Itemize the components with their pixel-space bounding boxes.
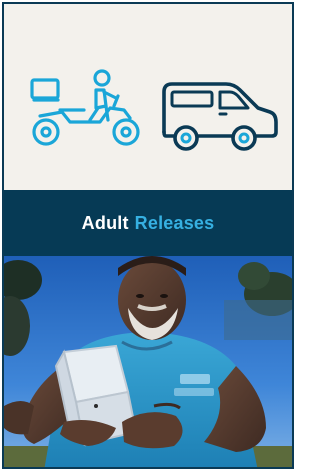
- adult-releases-card: Adult Releases: [2, 2, 294, 469]
- title-word-adult: Adult: [81, 212, 129, 233]
- title-word-releases: Releases: [134, 212, 215, 233]
- photo-illustration: [4, 256, 292, 467]
- section-title-banner: Adult Releases: [4, 190, 292, 256]
- icon-panel: [4, 4, 292, 190]
- photo-man-holding-container: [4, 256, 292, 467]
- delivery-motorbike-icon: [30, 69, 140, 146]
- van-icon: [162, 82, 278, 151]
